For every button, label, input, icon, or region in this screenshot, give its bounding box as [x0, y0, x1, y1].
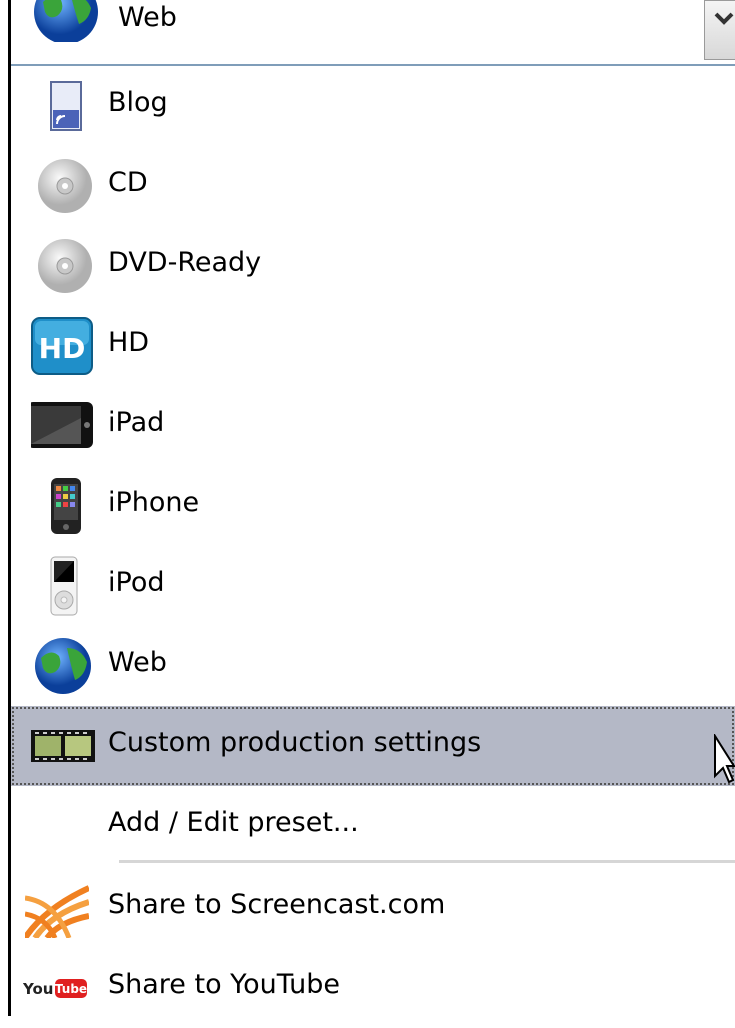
list-item-dvd-ready[interactable]: DVD-Ready: [11, 226, 735, 306]
list-item-label: Web: [108, 647, 167, 678]
list-item-ipad[interactable]: iPad: [11, 386, 735, 466]
list-item-label: DVD-Ready: [108, 247, 262, 278]
list-item-label: Add / Edit preset...: [108, 807, 359, 838]
menu-separator: [119, 860, 735, 863]
hd-icon: HD: [31, 317, 93, 375]
svg-text:Tube: Tube: [55, 982, 87, 996]
film-strip-icon: [31, 730, 95, 762]
youtube-icon: You Tube: [23, 979, 87, 998]
list-item-label: Custom production settings: [108, 727, 482, 758]
list-item-label: Share to YouTube: [108, 969, 340, 1000]
list-item-hd[interactable]: HD HD: [11, 306, 735, 386]
blog-icon: [50, 81, 82, 131]
list-item-web[interactable]: Web: [11, 626, 735, 706]
svg-text:HD: HD: [39, 332, 86, 365]
chevron-down-icon: [714, 12, 734, 25]
list-item-add-edit-preset[interactable]: Add / Edit preset...: [11, 786, 735, 866]
iphone-icon: [51, 478, 81, 534]
ipad-icon: [31, 402, 93, 448]
list-item-blog[interactable]: Blog: [11, 66, 735, 146]
list-item-label: HD: [108, 327, 150, 358]
list-item-label: CD: [108, 167, 148, 198]
dvd-icon: [38, 239, 92, 293]
list-item-iphone[interactable]: iPhone: [11, 466, 735, 546]
screencast-icon: [25, 885, 89, 938]
list-item-cd[interactable]: CD: [11, 146, 735, 226]
list-item-label: Blog: [108, 87, 168, 118]
list-item-custom-production-settings[interactable]: Custom production settings: [11, 706, 735, 786]
list-item-share-screencast[interactable]: Share to Screencast.com: [11, 868, 735, 948]
cd-icon: [38, 159, 92, 213]
list-item-label: iPhone: [108, 487, 200, 518]
ipod-icon: [50, 556, 78, 616]
list-item-share-youtube[interactable]: You Tube Share to YouTube: [11, 948, 735, 1028]
globe-icon: [35, 638, 91, 694]
preset-list: Blog CD DVD-Ready HD HD iPad iPhone iPod…: [11, 66, 735, 1028]
combo-dropdown-button[interactable]: [704, 0, 735, 60]
globe-icon: [34, 0, 98, 42]
list-item-label: iPod: [108, 567, 165, 598]
preset-combo-box[interactable]: Web: [11, 0, 735, 66]
list-item-ipod[interactable]: iPod: [11, 546, 735, 626]
list-item-label: Share to Screencast.com: [108, 889, 446, 920]
list-item-label: iPad: [108, 407, 165, 438]
svg-text:You: You: [23, 980, 53, 998]
mouse-cursor-icon: [714, 734, 735, 784]
combo-selected-label: Web: [118, 2, 177, 33]
